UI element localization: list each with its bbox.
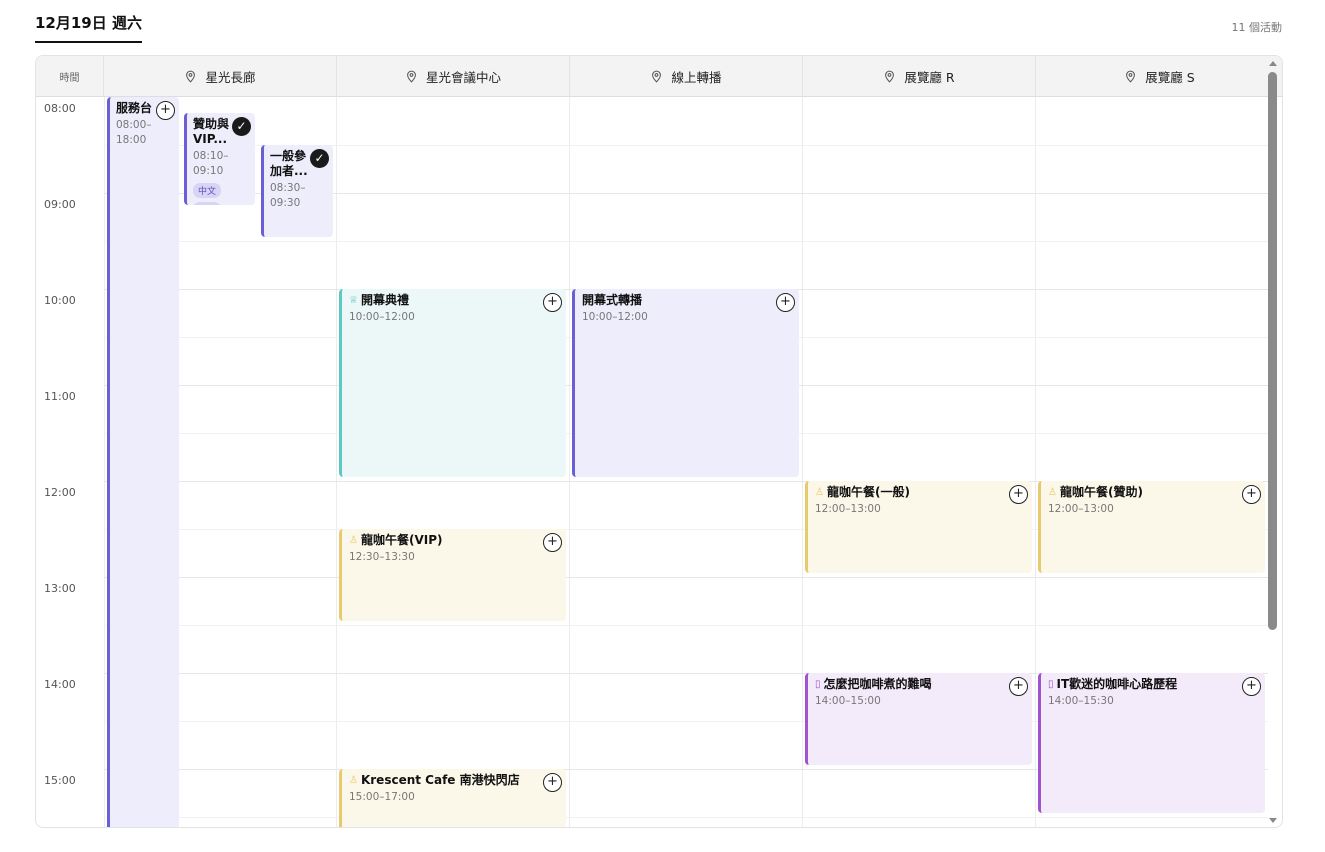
grid-divider (1035, 97, 1036, 827)
hour-line (104, 577, 1268, 578)
calendar-grid: 時間 星光長廊 星光會議中心 線上轉播 展覽廳 R 展覽廳 S 08:00 09… (35, 55, 1283, 828)
event-opening-stream[interactable]: 開幕式轉播 10:00–12:00 + (572, 289, 799, 477)
venue-label: 展覽廳 S (1145, 69, 1195, 85)
schedule-page: 12月19日 週六 11 個活動 時間 星光長廊 星光會議中心 線上轉播 展覽廳… (0, 0, 1325, 852)
grid-divider (336, 97, 337, 827)
book-icon: ▯ (1048, 679, 1054, 690)
event-title: Krescent Cafe 南港快閃店 (360, 773, 520, 787)
event-time: 10:00–12:00 (349, 311, 415, 323)
venue-label: 星光長廊 (205, 69, 256, 85)
scroll-up-arrow-icon[interactable] (1269, 61, 1277, 66)
event-krescent-cafe[interactable]: ♙ Krescent Cafe 南港快閃店 15:00–17:00 + (339, 769, 566, 827)
add-button[interactable]: + (543, 533, 562, 552)
event-time: 10:00–12:00 (582, 311, 648, 323)
event-time: 12:00–13:00 (1048, 503, 1114, 515)
event-lunch-vip[interactable]: ♙ 龍咖午餐(VIP) 12:30–13:30 + (339, 529, 566, 621)
add-button[interactable]: + (776, 293, 795, 312)
language-tag: 中文 (193, 183, 222, 198)
venue-header-online-stream: 線上轉播 (570, 56, 803, 97)
event-time-end: 09:30 (270, 197, 301, 209)
event-opening-ceremony[interactable]: ♕ 開幕典禮 10:00–12:00 + (339, 289, 566, 477)
lightbulb-icon: ♙ (815, 487, 824, 498)
event-time: 14:00–15:30 (1048, 695, 1114, 707)
trophy-icon: ♕ (349, 295, 358, 306)
event-time-end: 09:10 (193, 165, 224, 177)
date-tab[interactable]: 12月19日 週六 (35, 12, 142, 43)
time-label: 14:00 (44, 678, 76, 691)
add-button[interactable]: + (1242, 485, 1261, 504)
lightbulb-icon: ♙ (349, 775, 358, 786)
event-time: 12:00–13:00 (815, 503, 881, 515)
location-pin-icon (652, 70, 662, 83)
time-label: 08:00 (44, 102, 76, 115)
event-service-desk[interactable]: 服務台 08:00– 18:00 + (107, 97, 179, 827)
event-time-start: 08:00– (116, 119, 152, 131)
add-button[interactable]: + (543, 293, 562, 312)
add-button[interactable]: + (1009, 677, 1028, 696)
grid-divider (104, 97, 105, 827)
event-time: 12:30–13:30 (349, 551, 415, 563)
lightbulb-icon: ♙ (1048, 487, 1057, 498)
event-sponsor-vip[interactable]: 贊助與 VIP... 08:10– 09:10 中文 英文 ✓ (184, 113, 255, 205)
location-pin-icon (186, 70, 196, 83)
lightbulb-icon: ♙ (349, 535, 358, 546)
event-time: 15:00–17:00 (349, 791, 415, 803)
grid-divider (569, 97, 570, 827)
language-tag: 英文 (193, 202, 222, 205)
checkmark-icon[interactable]: ✓ (310, 149, 329, 168)
add-button[interactable]: + (543, 773, 562, 792)
event-title: IT歡迷的咖啡心路歷程 (1056, 677, 1178, 691)
half-hour-line (104, 241, 1268, 242)
event-general[interactable]: 一般參 加者... 08:30– 09:30 ✓ (261, 145, 333, 237)
event-title: 龍咖午餐(贊助) (1059, 485, 1143, 499)
venue-header-starlight-corridor: 星光長廊 (104, 56, 337, 97)
location-pin-icon (1126, 70, 1136, 83)
time-label: 10:00 (44, 294, 76, 307)
half-hour-line (104, 817, 1268, 818)
venue-label: 展覽廳 R (904, 69, 955, 85)
scroll-down-arrow-icon[interactable] (1269, 818, 1277, 823)
venue-header-starlight-center: 星光會議中心 (337, 56, 570, 97)
venue-header-hall-r: 展覽廳 R (803, 56, 1036, 97)
calendar-body[interactable]: 08:00 09:00 10:00 11:00 12:00 13:00 14:0… (36, 97, 1268, 827)
event-time-start: 08:30– (270, 182, 306, 194)
add-button[interactable]: + (1242, 677, 1261, 696)
time-column-header: 時間 (36, 56, 104, 97)
event-title: 開幕典禮 (360, 293, 409, 307)
event-title: 龍咖午餐(一般) (826, 485, 910, 499)
venue-label: 線上轉播 (671, 69, 722, 85)
venue-label: 星光會議中心 (425, 69, 501, 85)
add-button[interactable]: + (1009, 485, 1028, 504)
time-label: 15:00 (44, 774, 76, 787)
time-header-label: 時間 (59, 72, 80, 84)
scrollbar-thumb[interactable] (1268, 72, 1277, 630)
vertical-scrollbar[interactable] (1267, 59, 1279, 825)
time-label: 09:00 (44, 198, 76, 211)
location-pin-icon (407, 70, 416, 83)
checkmark-icon[interactable]: ✓ (232, 117, 251, 136)
grid-divider (802, 97, 803, 827)
event-time: 14:00–15:00 (815, 695, 881, 707)
event-it-coffee[interactable]: ▯ IT歡迷的咖啡心路歷程 14:00–15:30 + (1038, 673, 1265, 813)
event-time-start: 08:10– (193, 150, 229, 162)
event-coffee-talk[interactable]: ▯ 怎麼把咖啡煮的難喝 14:00–15:00 + (805, 673, 1032, 765)
event-title: 開幕式轉播 (582, 293, 643, 307)
event-time-end: 18:00 (116, 134, 147, 146)
location-pin-icon (885, 70, 895, 83)
venue-header-hall-s: 展覽廳 S (1036, 56, 1282, 97)
event-title: 龍咖午餐(VIP) (360, 533, 443, 547)
activity-count: 11 個活動 (1231, 21, 1283, 34)
event-lunch-sponsor[interactable]: ♙ 龍咖午餐(贊助) 12:00–13:00 + (1038, 481, 1265, 573)
event-lunch-general[interactable]: ♙ 龍咖午餐(一般) 12:00–13:00 + (805, 481, 1032, 573)
book-icon: ▯ (815, 679, 821, 690)
event-title: 怎麼把咖啡煮的難喝 (823, 677, 932, 691)
half-hour-line (104, 625, 1268, 626)
time-label: 12:00 (44, 486, 76, 499)
time-label: 13:00 (44, 582, 76, 595)
add-button[interactable]: + (156, 101, 175, 120)
time-label: 11:00 (44, 390, 76, 403)
